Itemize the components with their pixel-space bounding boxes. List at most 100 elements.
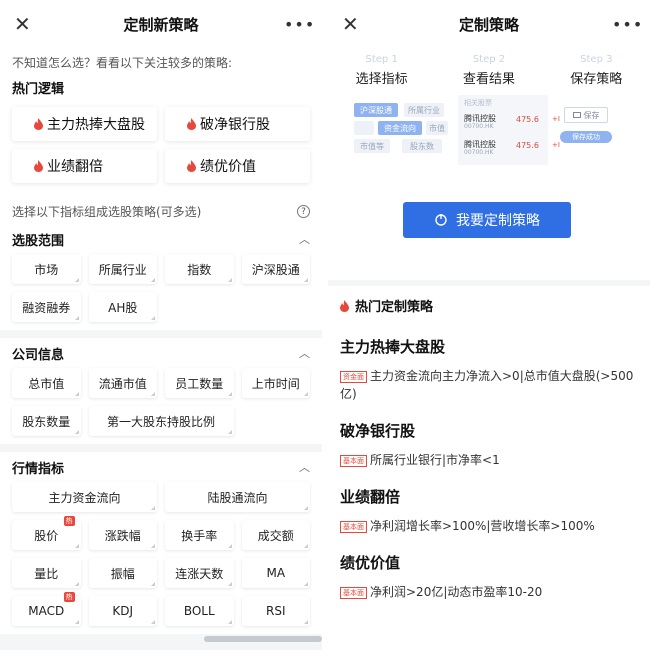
option-rsi[interactable]: RSI xyxy=(241,596,310,626)
preview-chip: 股东数 xyxy=(402,139,442,153)
left-screen: ✕ 定制新策略 ••• 不知道怎么选？看看以下关注较多的策略: 热门逻辑 主力热… xyxy=(0,0,322,650)
strategy-desc-text: 净利润>20亿|动态市盈率10-20 xyxy=(370,585,543,599)
more-icon[interactable]: ••• xyxy=(612,15,642,34)
result-price: 475.6 xyxy=(516,115,539,124)
close-icon[interactable]: ✕ xyxy=(342,12,366,36)
custom-strategy-button[interactable]: 我要定制策略 xyxy=(403,202,571,238)
option-listing-time[interactable]: 上市时间 xyxy=(241,368,310,398)
scrollbar[interactable] xyxy=(204,636,322,642)
close-icon[interactable]: ✕ xyxy=(14,12,38,36)
option-grid: 总市值 流通市值 员工数量 上市时间 股东数量 第一大股东持股比例 xyxy=(12,368,310,436)
option-total-cap[interactable]: 总市值 xyxy=(12,368,81,398)
option-connect-flow[interactable]: 陆股通流向 xyxy=(165,482,310,512)
strategy-item[interactable]: 绩优价值 基本面 净利润>20亿|动态市盈率10-20 xyxy=(340,552,640,601)
option-top-holder[interactable]: 第一大股东持股比例 xyxy=(88,406,234,436)
result-code: 00700.HK xyxy=(464,149,494,156)
page-title: 定制策略 xyxy=(458,15,519,34)
option-main-flow[interactable]: 主力资金流向 xyxy=(12,482,157,512)
result-change: +I xyxy=(552,115,560,123)
hot-badge: 热 xyxy=(63,516,75,526)
steps: Step 1 选择指标 Step 2 查看结果 Step 3 保存策略 xyxy=(328,48,650,87)
preview-chip: 沪深股通 xyxy=(354,103,398,117)
step-2: Step 2 查看结果 xyxy=(436,54,542,87)
step-number: Step 2 xyxy=(472,54,506,65)
option-boll[interactable]: BOLL xyxy=(165,596,234,626)
step-1: Step 1 选择指标 xyxy=(329,54,435,87)
option-employees[interactable]: 员工数量 xyxy=(165,368,234,398)
step-number: Step 1 xyxy=(365,54,398,65)
hot-strategies-title: 热门定制策略 xyxy=(355,300,434,315)
strategy-title: 绩优价值 xyxy=(340,554,401,572)
page-title: 定制新策略 xyxy=(123,15,199,34)
hot-logic-grid: 主力热捧大盘股 破净银行股 业绩翻倍 绩优价值 xyxy=(12,103,310,193)
step-3: Step 3 保存策略 xyxy=(543,54,649,87)
chevron-up-icon[interactable]: ︿ xyxy=(299,231,310,247)
save-success-pill: 保存成功 xyxy=(560,131,612,143)
strategy-tag: 基本面 xyxy=(340,587,367,599)
option-macd[interactable]: MACD 热 xyxy=(12,592,81,626)
option-industry[interactable]: 所属行业 xyxy=(88,254,157,284)
option-market[interactable]: 市场 xyxy=(12,254,81,284)
option-ma[interactable]: MA xyxy=(241,558,310,588)
hot-logic-title: 热门逻辑 xyxy=(12,82,65,97)
strategy-item[interactable]: 主力热捧大盘股 资金面 主力资金流向主力净流入>0|总市值大盘股(>500亿) xyxy=(340,336,640,403)
group-title: 公司信息 xyxy=(12,347,65,363)
power-icon xyxy=(435,214,447,226)
save-preview-button: 保存 xyxy=(564,107,608,123)
more-icon[interactable]: ••• xyxy=(284,15,314,34)
question-icon[interactable]: ? xyxy=(297,205,310,218)
flame-icon xyxy=(34,118,43,130)
option-label: MACD xyxy=(28,604,65,618)
top-bar: ✕ 定制新策略 ••• xyxy=(0,0,322,48)
hot-item-1[interactable]: 主力热捧大盘股 xyxy=(12,107,157,141)
hint-text: 不知道怎么选？看看以下关注较多的策略: xyxy=(12,56,233,70)
hot-item-2[interactable]: 破净银行股 xyxy=(165,107,310,141)
hot-item-4[interactable]: 绩优价值 xyxy=(165,149,310,183)
step-label: 查看结果 xyxy=(462,72,515,87)
result-code: 00700.HK xyxy=(464,123,494,130)
strategy-desc-text: 净利润增长率>100%|营收增长率>100% xyxy=(370,519,595,533)
strategy-item[interactable]: 破净银行股 基本面 所属行业银行|市净率<1 xyxy=(340,420,640,469)
option-connect[interactable]: 沪深股通 xyxy=(241,254,310,284)
group-header[interactable]: 选股范围 ︿ xyxy=(12,224,310,254)
result-price: 475.6 xyxy=(516,141,539,150)
group-market: 行情指标 ︿ 主力资金流向 陆股通流向 股价热 涨跌幅 换手率 成交额 量比 振… xyxy=(0,452,322,634)
section-divider xyxy=(328,280,650,286)
chevron-up-icon[interactable]: ︿ xyxy=(299,459,310,475)
preview-chip: 资金流向 xyxy=(378,121,422,135)
option-label: 股价 xyxy=(34,528,59,543)
step-number: Step 3 xyxy=(580,54,613,65)
strategy-desc: 基本面 净利润>20亿|动态市盈率10-20 xyxy=(340,583,640,601)
result-change: +I xyxy=(552,141,560,149)
group-title: 选股范围 xyxy=(12,233,65,249)
group-header[interactable]: 行情指标 ︿ xyxy=(12,452,310,482)
strategy-desc: 基本面 净利润增长率>100%|营收增长率>100% xyxy=(340,517,640,535)
option-up-days[interactable]: 连涨天数 xyxy=(165,558,234,588)
option-amplitude[interactable]: 振幅 xyxy=(88,558,157,588)
hot-item-3[interactable]: 业绩翻倍 xyxy=(12,149,157,183)
option-grid: 主力资金流向 陆股通流向 股价热 涨跌幅 换手率 成交额 量比 振幅 连涨天数 … xyxy=(12,482,310,626)
top-bar: ✕ 定制策略 ••• xyxy=(328,0,650,48)
result-card: 相关股票 腾讯控股 00700.HK 475.6 腾讯控股 00700.HK 4… xyxy=(458,95,548,165)
step-preview: 沪深股通 所属行业 资金流向 市值 市值等 股东数 相关股票 腾讯控股 0070… xyxy=(342,95,636,187)
custom-strategy-label: 我要定制策略 xyxy=(456,213,540,229)
option-volume[interactable]: 成交额 xyxy=(241,520,310,550)
option-float-cap[interactable]: 流通市值 xyxy=(88,368,157,398)
strategy-item[interactable]: 业绩翻倍 基本面 净利润增长率>100%|营收增长率>100% xyxy=(340,486,640,535)
option-turnover[interactable]: 换手率 xyxy=(165,520,234,550)
chevron-up-icon[interactable]: ︿ xyxy=(299,345,310,361)
flame-icon xyxy=(187,118,196,130)
hot-logic-card: 不知道怎么选？看看以下关注较多的策略: 热门逻辑 主力热捧大盘股 破净银行股 业… xyxy=(0,48,322,193)
option-change[interactable]: 涨跌幅 xyxy=(88,520,157,550)
option-margin[interactable]: 融资融券 xyxy=(12,292,81,322)
group-header[interactable]: 公司信息 ︿ xyxy=(12,338,310,368)
option-index[interactable]: 指数 xyxy=(165,254,234,284)
option-kdj[interactable]: KDJ xyxy=(88,596,157,626)
option-holders[interactable]: 股东数量 xyxy=(12,406,81,436)
hot-item-label: 主力热捧大盘股 xyxy=(47,117,145,133)
hot-item-label: 绩优价值 xyxy=(200,159,256,175)
option-vol-ratio[interactable]: 量比 xyxy=(12,558,81,588)
right-screen: ✕ 定制策略 ••• Step 1 选择指标 Step 2 查看结果 Step … xyxy=(328,0,650,650)
option-price[interactable]: 股价热 xyxy=(12,516,81,550)
option-ah[interactable]: AH股 xyxy=(88,292,157,322)
